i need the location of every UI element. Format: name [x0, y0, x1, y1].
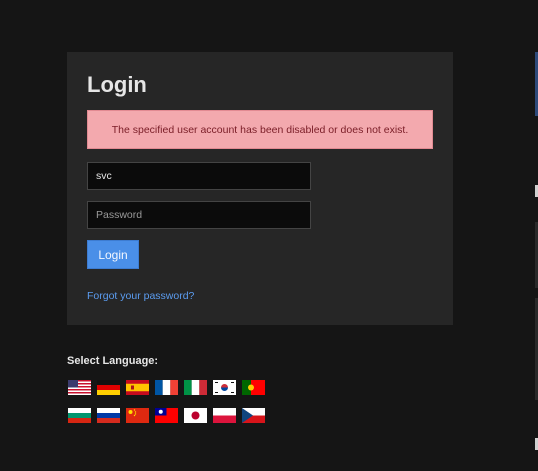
jp-flag-icon[interactable] — [184, 408, 207, 423]
kr-flag-icon[interactable] — [213, 380, 236, 395]
cn-flag-icon[interactable] — [126, 408, 149, 423]
page-title: Login — [87, 72, 147, 97]
login-button[interactable]: Login — [87, 240, 139, 269]
pl-flag-icon[interactable] — [213, 408, 236, 423]
pt-flag-icon[interactable] — [242, 380, 265, 395]
password-input[interactable] — [87, 201, 311, 229]
error-message: The specified user account has been disa… — [111, 123, 409, 136]
language-heading: Select Language: — [67, 355, 159, 367]
de-flag-icon[interactable] — [97, 380, 120, 395]
tw-flag-icon[interactable] — [155, 408, 178, 423]
username-input[interactable] — [87, 162, 311, 190]
us-flag-icon[interactable] — [68, 380, 91, 395]
es-flag-icon[interactable] — [126, 380, 149, 395]
cz-flag-icon[interactable] — [242, 408, 265, 423]
ru-flag-icon[interactable] — [97, 408, 120, 423]
forgot-password-link[interactable]: Forgot your password? — [87, 290, 194, 302]
login-panel: Login The specified user account has bee… — [67, 52, 453, 325]
bg-flag-icon[interactable] — [68, 408, 91, 423]
error-alert: The specified user account has been disa… — [87, 110, 433, 149]
fr-flag-icon[interactable] — [155, 380, 178, 395]
it-flag-icon[interactable] — [184, 380, 207, 395]
